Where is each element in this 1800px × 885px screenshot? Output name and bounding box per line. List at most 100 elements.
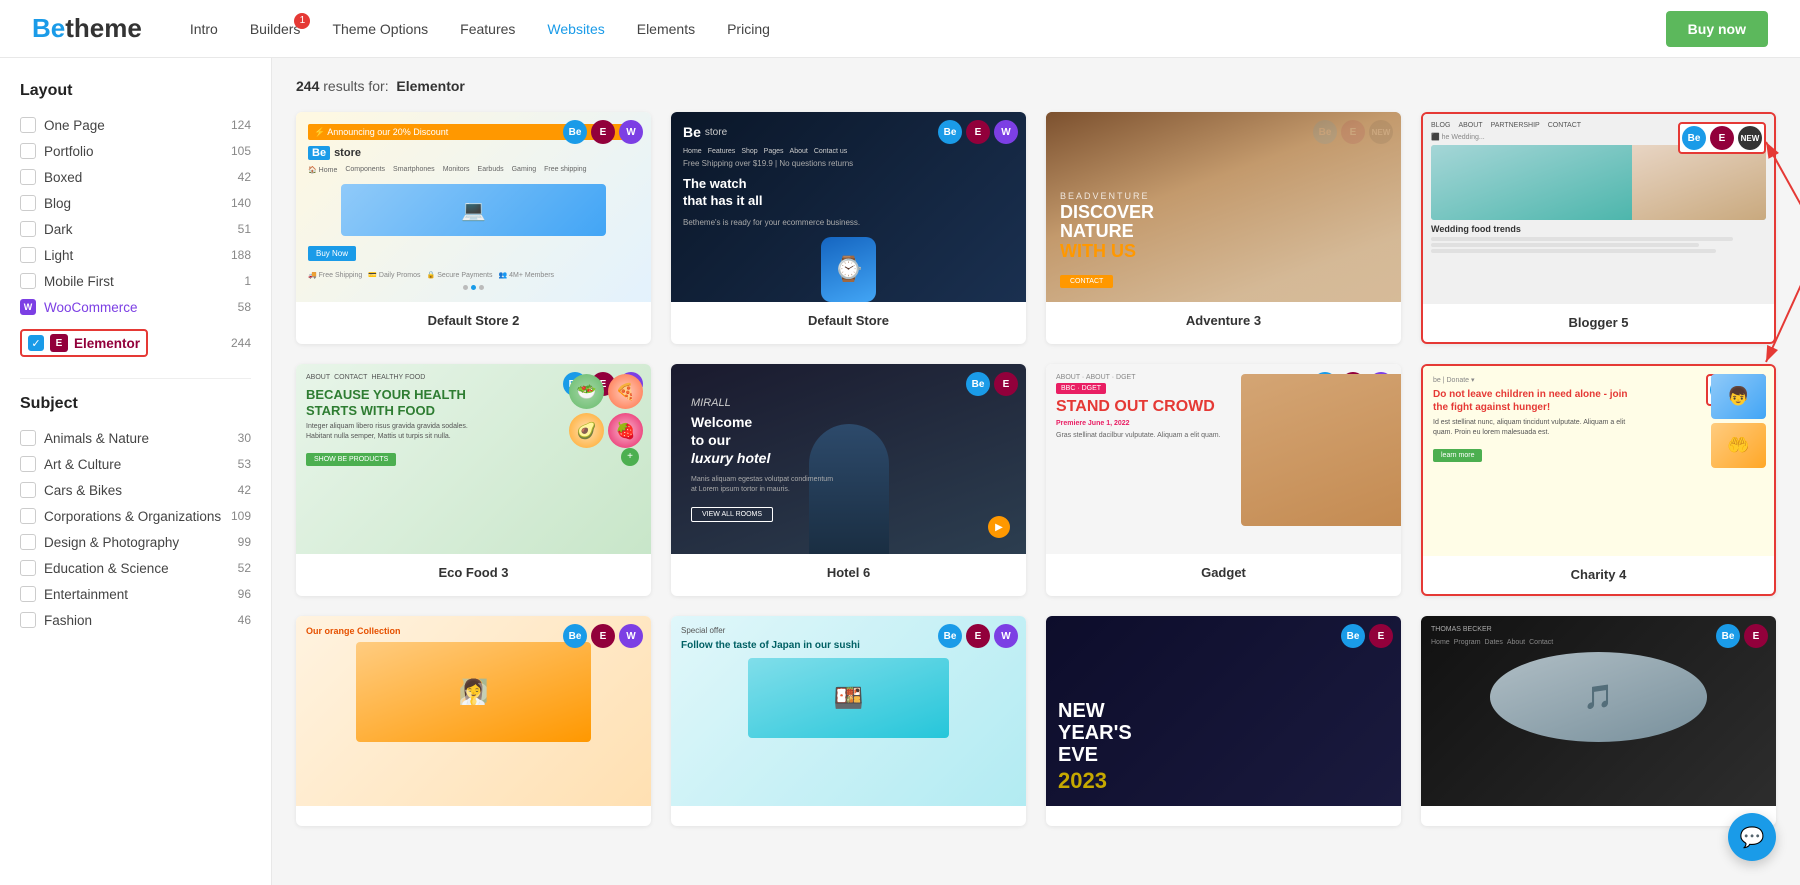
card-footer-hotel-6: Hotel 6 <box>671 554 1026 592</box>
checkbox-portfolio[interactable] <box>20 143 36 159</box>
navbar: Betheme Intro Builders 1 Theme Options F… <box>0 0 1800 58</box>
filter-woocommerce[interactable]: W WooCommerce 58 <box>20 294 251 320</box>
card-hotel-6[interactable]: Be E MIRALL Welcometo ourluxury hotel Ma… <box>671 364 1026 596</box>
card-footer-default-store: Default Store <box>671 302 1026 340</box>
filter-corps[interactable]: Corporations & Organizations 109 <box>20 503 251 529</box>
card-footer-adventure-3: Adventure 3 <box>1046 302 1401 340</box>
checkbox-woocommerce[interactable]: W <box>20 299 36 315</box>
checkbox-one-page[interactable] <box>20 117 36 133</box>
card-row3-1[interactable]: Be E W Our orange Collection 🧖‍♀️ <box>296 616 651 826</box>
filter-mobile-first[interactable]: Mobile First 1 <box>20 268 251 294</box>
card-grid-row3: Be E W Our orange Collection 🧖‍♀️ <box>296 616 1776 826</box>
logo-be: Be <box>32 13 65 44</box>
elementor-filter-box[interactable]: E Elementor <box>20 329 148 357</box>
nav-websites[interactable]: Websites <box>547 21 604 37</box>
card-eco-food-3[interactable]: Be E W ABOUTCONTACTHEALTHY FOOD BECAUSE … <box>296 364 651 596</box>
sidebar: Layout One Page 124 Portfolio 105 Boxed … <box>0 58 272 885</box>
card-footer-row3-4 <box>1421 806 1776 826</box>
logo-theme: theme <box>65 13 142 44</box>
filter-light[interactable]: Light 188 <box>20 242 251 268</box>
card-default-store[interactable]: Be E W Be store Home Features <box>671 112 1026 344</box>
filter-fashion[interactable]: Fashion 46 <box>20 607 251 633</box>
card-badges-row3-2: Be E W <box>938 624 1018 648</box>
filter-label-elementor: Elementor <box>74 336 140 351</box>
filter-entertainment[interactable]: Entertainment 96 <box>20 581 251 607</box>
card-badges-default-store: Be E W <box>938 120 1018 144</box>
card-grid-row1: Be E W ⚡ Announcing our 20% Discount Be … <box>296 112 1776 344</box>
card-thumb-row3-4: Be E THOMAS BECKER HomeProgramDatesAbout… <box>1421 616 1776 806</box>
filter-portfolio[interactable]: Portfolio 105 <box>20 138 251 164</box>
main-content: 244 results for: Elementor Be E W ⚡ Anno… <box>272 58 1800 885</box>
card-thumb-row3-2: Be E W Special offer Follow the taste of… <box>671 616 1026 806</box>
card-thumb-adventure-3: Be E NEW BEADVENTURE DISCOVERNATUREWITH … <box>1046 112 1401 302</box>
card-row3-2[interactable]: Be E W Special offer Follow the taste of… <box>671 616 1026 826</box>
checkbox-light[interactable] <box>20 247 36 263</box>
card-footer-gadget: Gadget <box>1046 554 1401 592</box>
card-badges-row3-3: Be E <box>1341 624 1393 648</box>
card-thumb-default-store-2: Be E W ⚡ Announcing our 20% Discount Be … <box>296 112 651 302</box>
card-thumb-hotel-6: Be E MIRALL Welcometo ourluxury hotel Ma… <box>671 364 1026 554</box>
elementor-icon: E <box>50 334 68 352</box>
card-footer-row3-1 <box>296 806 651 826</box>
subject-section-title: Subject <box>20 395 251 413</box>
nav-links: Intro Builders 1 Theme Options Features … <box>190 21 1666 37</box>
card-gadget[interactable]: Be E W ABOUT · ABOUT · DGET BBC · DGET S… <box>1046 364 1401 596</box>
filter-blog[interactable]: Blog 140 <box>20 190 251 216</box>
filter-one-page[interactable]: One Page 124 <box>20 112 251 138</box>
card-grid-row2: Be E W ABOUTCONTACTHEALTHY FOOD BECAUSE … <box>296 364 1776 596</box>
card-adventure-3[interactable]: Be E NEW BEADVENTURE DISCOVERNATUREWITH … <box>1046 112 1401 344</box>
page-body: Layout One Page 124 Portfolio 105 Boxed … <box>0 58 1800 885</box>
filter-elementor[interactable]: E Elementor 244 <box>20 324 251 362</box>
builders-badge: 1 <box>294 13 310 29</box>
filter-cars[interactable]: Cars & Bikes 42 <box>20 477 251 503</box>
card-thumb-eco-food-3: Be E W ABOUTCONTACTHEALTHY FOOD BECAUSE … <box>296 364 651 554</box>
card-row3-3[interactable]: Be E NEWYEAR'SEVE 2023 <box>1046 616 1401 826</box>
filter-design[interactable]: Design & Photography 99 <box>20 529 251 555</box>
buy-now-button[interactable]: Buy now <box>1666 11 1768 47</box>
badge-woo-ds: W <box>994 120 1018 144</box>
layout-section-title: Layout <box>20 82 251 100</box>
nav-theme-options[interactable]: Theme Options <box>332 21 428 37</box>
badge-el: E <box>591 120 615 144</box>
nav-pricing[interactable]: Pricing <box>727 21 770 37</box>
results-for: Elementor <box>396 78 464 94</box>
woo-icon: W <box>24 302 33 312</box>
card-footer-eco-food-3: Eco Food 3 <box>296 554 651 592</box>
filter-dark[interactable]: Dark 51 <box>20 216 251 242</box>
card-thumb-gadget: Be E W ABOUT · ABOUT · DGET BBC · DGET S… <box>1046 364 1401 554</box>
results-header: 244 results for: Elementor <box>296 78 1776 94</box>
nav-intro[interactable]: Intro <box>190 21 218 37</box>
card-badges: Be E W <box>563 120 643 144</box>
checkbox-elementor[interactable] <box>28 335 44 351</box>
nav-builders[interactable]: Builders 1 <box>250 21 301 37</box>
filter-art[interactable]: Art & Culture 53 <box>20 451 251 477</box>
grid-wrapper: Be E W ⚡ Announcing our 20% Discount Be … <box>296 112 1776 826</box>
card-footer-default-store-2: Default Store 2 <box>296 302 651 340</box>
card-title-default-store-2: Default Store 2 <box>428 313 520 328</box>
checkbox-blog[interactable] <box>20 195 36 211</box>
card-charity-4[interactable]: Be E be | Donate ▾ Do not leave children… <box>1421 364 1776 596</box>
nav-elements[interactable]: Elements <box>637 21 695 37</box>
checkbox-mobile-first[interactable] <box>20 273 36 289</box>
badge-woo: W <box>619 120 643 144</box>
badge-be: Be <box>563 120 587 144</box>
card-badges-row3-1: Be E W <box>563 624 643 648</box>
results-count: 244 <box>296 78 319 94</box>
checkbox-boxed[interactable] <box>20 169 36 185</box>
card-row3-4[interactable]: Be E THOMAS BECKER HomeProgramDatesAbout… <box>1421 616 1776 826</box>
card-thumb-blogger-5: Be E NEW BLOGABOUTPARTNERSHIPCONTACT ⬛ h… <box>1423 114 1774 304</box>
filter-boxed[interactable]: Boxed 42 <box>20 164 251 190</box>
filter-education[interactable]: Education & Science 52 <box>20 555 251 581</box>
sidebar-divider <box>20 378 251 379</box>
card-blogger-5[interactable]: Be E NEW BLOGABOUTPARTNERSHIPCONTACT ⬛ h… <box>1421 112 1776 344</box>
nav-features[interactable]: Features <box>460 21 515 37</box>
logo[interactable]: Betheme <box>32 13 142 44</box>
chat-bubble[interactable]: 💬 <box>1728 813 1776 861</box>
card-default-store-2[interactable]: Be E W ⚡ Announcing our 20% Discount Be … <box>296 112 651 344</box>
card-badges-blogger-5: Be E NEW <box>1678 122 1766 154</box>
filter-animals[interactable]: Animals & Nature 30 <box>20 425 251 451</box>
checkbox-dark[interactable] <box>20 221 36 237</box>
card-thumb-row3-1: Be E W Our orange Collection 🧖‍♀️ <box>296 616 651 806</box>
filter-label-portfolio: Portfolio <box>44 144 94 159</box>
card-thumb-default-store: Be E W Be store Home Features <box>671 112 1026 302</box>
